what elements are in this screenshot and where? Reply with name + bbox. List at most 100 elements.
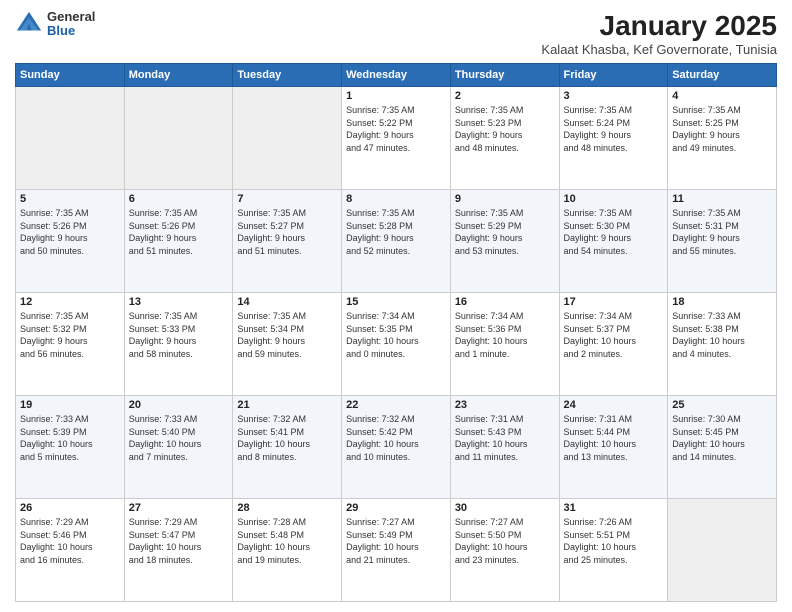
logo-general-text: General	[47, 10, 95, 24]
day-cell	[124, 87, 233, 190]
day-info: Sunrise: 7:27 AM Sunset: 5:49 PM Dayligh…	[346, 516, 446, 566]
day-cell: 1Sunrise: 7:35 AM Sunset: 5:22 PM Daylig…	[342, 87, 451, 190]
day-cell: 15 Sunrise: 7:34 AM Sunset: 5:35 PM Dayli…	[342, 293, 451, 396]
day-info: Sunrise: 7:32 AM Sunset: 5:42 PM Dayligh…	[346, 413, 446, 463]
day-info: Sunrise: 7:35 AM Sunset: 5:30 PM Dayligh…	[564, 207, 664, 257]
day-cell: 19 Sunrise: 7:33 AM Sunset: 5:39 PM Dayli…	[16, 396, 125, 499]
day-cell: 28Sunrise: 7:28 AM Sunset: 5:48 PM Dayli…	[233, 499, 342, 602]
day-info: Sunrise: 7:35 AM Sunset: 5:29 PM Dayligh…	[455, 207, 555, 257]
day-number: 5	[20, 193, 120, 205]
header-cell-monday: Monday	[124, 64, 233, 87]
day-cell: 27Sunrise: 7:29 AM Sunset: 5:47 PM Dayli…	[124, 499, 233, 602]
day-number: 4	[672, 90, 772, 102]
day-info: Sunrise: 7:34 AM Sunset: 5:35 PM Dayligh…	[346, 310, 446, 360]
logo: General Blue	[15, 10, 95, 39]
day-info: Sunrise: 7:35 AM Sunset: 5:34 PM Dayligh…	[237, 310, 337, 360]
day-number: 8	[346, 193, 446, 205]
main-title: January 2025	[541, 10, 777, 42]
page: General Blue January 2025 Kalaat Khasba,…	[0, 0, 792, 612]
day-info: Sunrise: 7:35 AM Sunset: 5:23 PM Dayligh…	[455, 104, 555, 154]
day-number: 31	[564, 502, 664, 514]
logo-icon	[15, 10, 43, 38]
day-info: Sunrise: 7:32 AM Sunset: 5:41 PM Dayligh…	[237, 413, 337, 463]
subtitle: Kalaat Khasba, Kef Governorate, Tunisia	[541, 42, 777, 57]
day-number: 12	[20, 296, 120, 308]
header-cell-saturday: Saturday	[668, 64, 777, 87]
header-row: SundayMondayTuesdayWednesdayThursdayFrid…	[16, 64, 777, 87]
day-cell	[233, 87, 342, 190]
day-cell: 8 Sunrise: 7:35 AM Sunset: 5:28 PM Daylig…	[342, 190, 451, 293]
day-number: 29	[346, 502, 446, 514]
day-cell: 4 Sunrise: 7:35 AM Sunset: 5:25 PM Daylig…	[668, 87, 777, 190]
day-number: 22	[346, 399, 446, 411]
day-number: 30	[455, 502, 555, 514]
day-number: 27	[129, 502, 229, 514]
day-info: Sunrise: 7:34 AM Sunset: 5:37 PM Dayligh…	[564, 310, 664, 360]
day-info: Sunrise: 7:35 AM Sunset: 5:26 PM Dayligh…	[20, 207, 120, 257]
day-number: 20	[129, 399, 229, 411]
week-row-1: 1Sunrise: 7:35 AM Sunset: 5:22 PM Daylig…	[16, 87, 777, 190]
header-cell-thursday: Thursday	[450, 64, 559, 87]
day-info: Sunrise: 7:33 AM Sunset: 5:38 PM Dayligh…	[672, 310, 772, 360]
week-row-3: 12 Sunrise: 7:35 AM Sunset: 5:32 PM Dayli…	[16, 293, 777, 396]
day-number: 21	[237, 399, 337, 411]
day-number: 11	[672, 193, 772, 205]
header-cell-tuesday: Tuesday	[233, 64, 342, 87]
header-cell-friday: Friday	[559, 64, 668, 87]
header: General Blue January 2025 Kalaat Khasba,…	[15, 10, 777, 57]
day-number: 15	[346, 296, 446, 308]
day-cell: 3Sunrise: 7:35 AM Sunset: 5:24 PM Daylig…	[559, 87, 668, 190]
day-number: 2	[455, 90, 555, 102]
day-info: Sunrise: 7:35 AM Sunset: 5:32 PM Dayligh…	[20, 310, 120, 360]
title-block: January 2025 Kalaat Khasba, Kef Governor…	[541, 10, 777, 57]
day-number: 18	[672, 296, 772, 308]
day-info: Sunrise: 7:28 AM Sunset: 5:48 PM Dayligh…	[237, 516, 337, 566]
day-number: 24	[564, 399, 664, 411]
week-row-2: 5 Sunrise: 7:35 AM Sunset: 5:26 PM Daylig…	[16, 190, 777, 293]
day-info: Sunrise: 7:35 AM Sunset: 5:28 PM Dayligh…	[346, 207, 446, 257]
day-info: Sunrise: 7:35 AM Sunset: 5:33 PM Dayligh…	[129, 310, 229, 360]
day-number: 9	[455, 193, 555, 205]
day-cell: 22 Sunrise: 7:32 AM Sunset: 5:42 PM Dayli…	[342, 396, 451, 499]
day-cell: 29 Sunrise: 7:27 AM Sunset: 5:49 PM Dayli…	[342, 499, 451, 602]
day-cell: 30 Sunrise: 7:27 AM Sunset: 5:50 PM Dayli…	[450, 499, 559, 602]
day-info: Sunrise: 7:33 AM Sunset: 5:40 PM Dayligh…	[129, 413, 229, 463]
day-number: 25	[672, 399, 772, 411]
day-cell: 11 Sunrise: 7:35 AM Sunset: 5:31 PM Dayli…	[668, 190, 777, 293]
day-info: Sunrise: 7:35 AM Sunset: 5:22 PM Dayligh…	[346, 104, 446, 154]
day-cell: 9 Sunrise: 7:35 AM Sunset: 5:29 PM Daylig…	[450, 190, 559, 293]
day-cell: 14 Sunrise: 7:35 AM Sunset: 5:34 PM Dayli…	[233, 293, 342, 396]
day-cell: 6 Sunrise: 7:35 AM Sunset: 5:26 PM Daylig…	[124, 190, 233, 293]
day-cell: 7 Sunrise: 7:35 AM Sunset: 5:27 PM Daylig…	[233, 190, 342, 293]
day-number: 13	[129, 296, 229, 308]
day-cell: 5 Sunrise: 7:35 AM Sunset: 5:26 PM Daylig…	[16, 190, 125, 293]
day-number: 19	[20, 399, 120, 411]
header-cell-wednesday: Wednesday	[342, 64, 451, 87]
day-info: Sunrise: 7:34 AM Sunset: 5:36 PM Dayligh…	[455, 310, 555, 360]
day-info: Sunrise: 7:35 AM Sunset: 5:26 PM Dayligh…	[129, 207, 229, 257]
day-info: Sunrise: 7:35 AM Sunset: 5:27 PM Dayligh…	[237, 207, 337, 257]
day-cell: 10Sunrise: 7:35 AM Sunset: 5:30 PM Dayli…	[559, 190, 668, 293]
day-cell: 13 Sunrise: 7:35 AM Sunset: 5:33 PM Dayli…	[124, 293, 233, 396]
week-row-4: 19 Sunrise: 7:33 AM Sunset: 5:39 PM Dayli…	[16, 396, 777, 499]
logo-text: General Blue	[47, 10, 95, 39]
day-cell: 20 Sunrise: 7:33 AM Sunset: 5:40 PM Dayli…	[124, 396, 233, 499]
day-info: Sunrise: 7:27 AM Sunset: 5:50 PM Dayligh…	[455, 516, 555, 566]
day-cell	[668, 499, 777, 602]
day-number: 7	[237, 193, 337, 205]
logo-blue-text: Blue	[47, 24, 95, 38]
day-info: Sunrise: 7:35 AM Sunset: 5:31 PM Dayligh…	[672, 207, 772, 257]
day-info: Sunrise: 7:33 AM Sunset: 5:39 PM Dayligh…	[20, 413, 120, 463]
day-number: 14	[237, 296, 337, 308]
day-info: Sunrise: 7:31 AM Sunset: 5:43 PM Dayligh…	[455, 413, 555, 463]
day-number: 6	[129, 193, 229, 205]
day-number: 3	[564, 90, 664, 102]
day-cell: 26Sunrise: 7:29 AM Sunset: 5:46 PM Dayli…	[16, 499, 125, 602]
week-row-5: 26Sunrise: 7:29 AM Sunset: 5:46 PM Dayli…	[16, 499, 777, 602]
header-cell-sunday: Sunday	[16, 64, 125, 87]
day-cell: 16Sunrise: 7:34 AM Sunset: 5:36 PM Dayli…	[450, 293, 559, 396]
day-cell	[16, 87, 125, 190]
day-cell: 24Sunrise: 7:31 AM Sunset: 5:44 PM Dayli…	[559, 396, 668, 499]
day-info: Sunrise: 7:30 AM Sunset: 5:45 PM Dayligh…	[672, 413, 772, 463]
day-info: Sunrise: 7:35 AM Sunset: 5:25 PM Dayligh…	[672, 104, 772, 154]
